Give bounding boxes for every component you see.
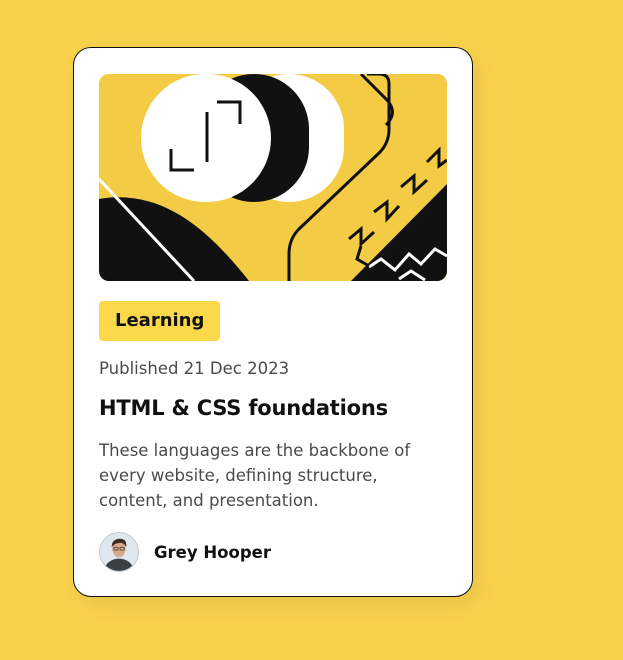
author-avatar — [99, 532, 139, 572]
published-date: Published 21 Dec 2023 — [99, 359, 290, 378]
abstract-illustration-icon — [99, 74, 447, 281]
blog-preview-card: Learning Published 21 Dec 2023 HTML & CS… — [73, 47, 473, 597]
card-title[interactable]: HTML & CSS foundations — [99, 396, 388, 420]
avatar-photo-icon — [100, 533, 138, 571]
category-tag[interactable]: Learning — [99, 301, 221, 341]
hero-illustration — [99, 74, 447, 281]
author-info: Grey Hooper — [99, 532, 271, 572]
card-description: These languages are the backbone of ever… — [99, 441, 411, 510]
author-name: Grey Hooper — [154, 542, 271, 562]
